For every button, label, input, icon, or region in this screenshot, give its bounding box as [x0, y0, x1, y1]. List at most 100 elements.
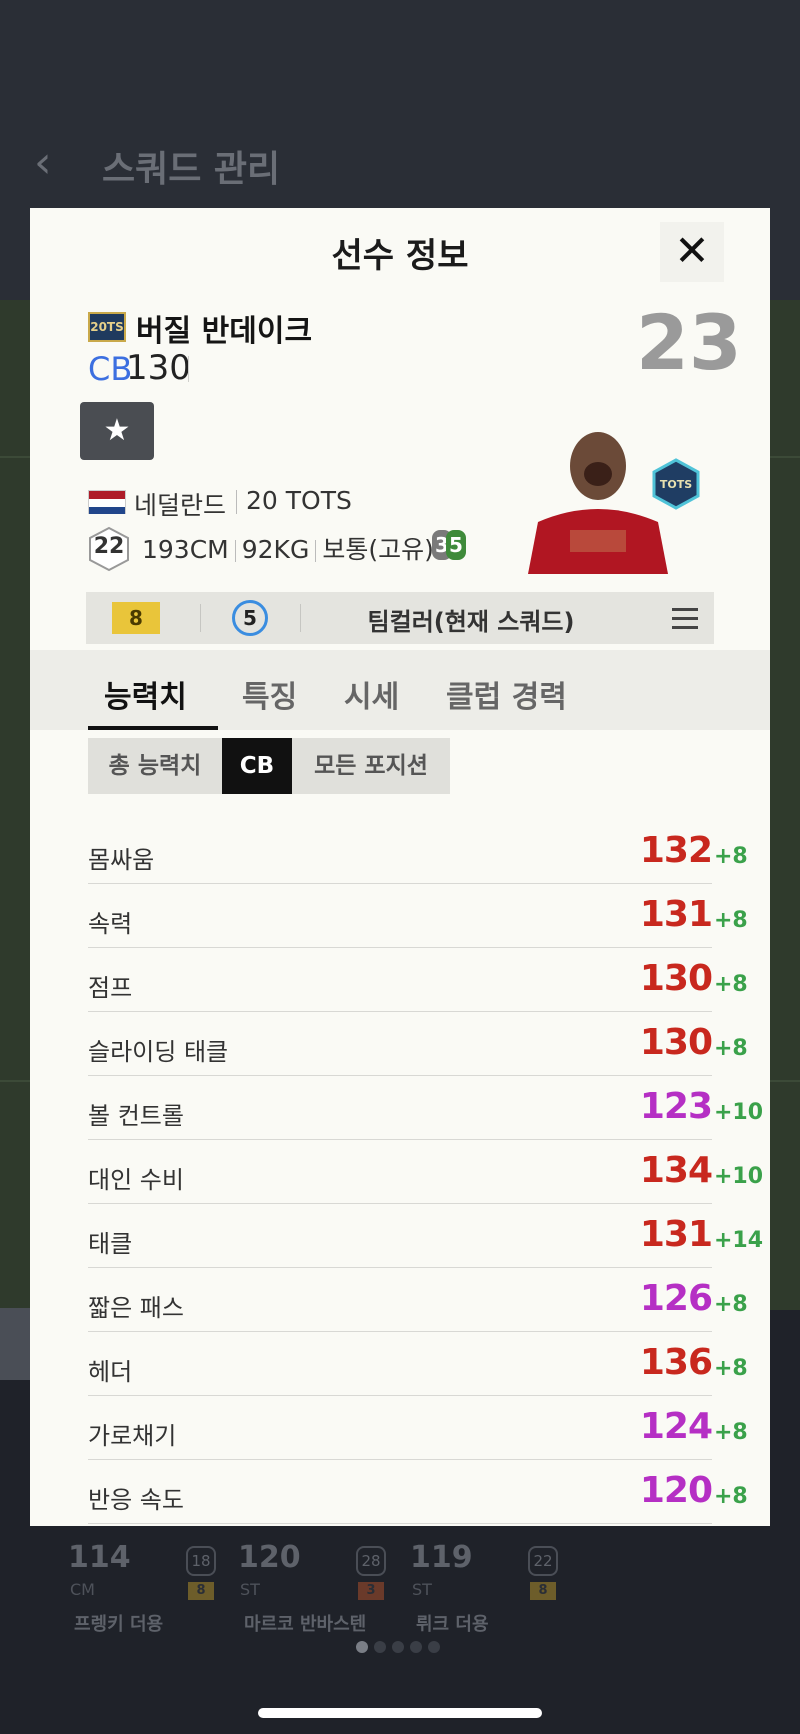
divider	[188, 356, 189, 382]
physical-info: 193CM 92KG 보통(고유)	[142, 530, 434, 566]
favorite-button[interactable]: ★	[80, 402, 154, 460]
tab-club-history[interactable]: 클럽 경력	[446, 672, 567, 716]
player-name: 버질 반데이크	[136, 314, 313, 349]
stats-list: 몸싸움 132 +8 속력 131 +8 점프 130 +8 슬라이딩 태클 130 +8 볼 컨트롤 1…	[88, 820, 763, 1524]
card-name: 프렝키 더용	[74, 1614, 164, 1635]
height-value: 193CM	[142, 535, 229, 564]
stat-value: 131	[639, 894, 713, 935]
stat-bonus: +8	[714, 1420, 748, 1445]
stat-bonus: +8	[714, 1356, 748, 1381]
player-card[interactable]: 114 CM 18 8 프렝키 더용	[60, 1530, 230, 1640]
nation-label: 네덜란드	[134, 491, 227, 520]
stat-label: 반응 속도	[88, 1486, 184, 1514]
card-level: 8	[530, 1582, 556, 1600]
season-badge: 20TS	[88, 312, 126, 342]
skill-move-badge: 3 5	[432, 528, 468, 564]
card-badge: 22	[528, 1546, 558, 1576]
card-level: 3	[358, 1582, 384, 1600]
divider	[300, 604, 301, 632]
segment-total[interactable]: 총 능력치	[88, 738, 222, 794]
stat-row: 반응 속도 120 +8	[88, 1460, 748, 1524]
stat-row: 짧은 패스 126 +8	[88, 1268, 748, 1332]
tab-stats[interactable]: 능력치	[104, 672, 187, 716]
stat-row: 점프 130 +8	[88, 948, 748, 1012]
player-ovr: 130	[126, 348, 191, 388]
stat-bonus: +8	[714, 1036, 748, 1061]
stat-row: 슬라이딩 태클 130 +8	[88, 1012, 748, 1076]
age-value: 22	[93, 534, 125, 559]
stat-value: 124	[639, 1406, 713, 1447]
player-card[interactable]: 120 ST 28 3 마르코 반바스텐	[230, 1530, 400, 1640]
page-indicator	[356, 1638, 446, 1653]
stat-value: 120	[639, 1470, 713, 1511]
level-badge: 8	[112, 602, 160, 634]
background-title: 스쿼드 관리	[102, 149, 281, 190]
stat-bonus: +8	[714, 908, 748, 933]
season-label: 20 TOTS	[246, 486, 352, 515]
card-name: 마르코 반바스텐	[244, 1614, 367, 1635]
divider	[200, 604, 201, 632]
stat-label: 속력	[88, 910, 133, 938]
stat-label: 몸싸움	[88, 846, 155, 874]
player-info-modal: 선수 정보 ✕ 20TS 버질 반데이크 CB 130 23 ★ 네덜란드 20…	[30, 208, 770, 1526]
stat-bonus: +14	[714, 1228, 764, 1253]
card-position: ST	[412, 1580, 432, 1599]
stat-row: 태클 131 +14	[88, 1204, 763, 1268]
stat-value: 131	[639, 1214, 713, 1255]
tab-underline	[88, 726, 218, 730]
stat-row: 가로채기 124 +8	[88, 1396, 748, 1460]
player-card[interactable]: 119 ST 22 8 뤼크 더용	[402, 1530, 572, 1640]
tots-badge-icon: TOTS	[650, 458, 702, 510]
background-side-bar	[0, 1308, 30, 1380]
stat-bonus: +8	[714, 1292, 748, 1317]
stat-bonus: +10	[714, 1164, 764, 1189]
stat-value: 134	[639, 1150, 713, 1191]
segment-all-positions[interactable]: 모든 포지션	[292, 738, 450, 794]
stat-label: 가로채기	[88, 1422, 177, 1450]
close-icon[interactable]: ✕	[660, 222, 724, 282]
big-number: 23	[636, 298, 742, 387]
card-ovr: 119	[410, 1540, 473, 1575]
stat-bonus: +8	[714, 844, 748, 869]
star-icon: ★	[103, 413, 131, 448]
modal-title: 선수 정보	[331, 236, 469, 276]
chevron-left-icon[interactable]: ‹	[34, 140, 74, 186]
stat-row: 헤더 136 +8	[88, 1332, 748, 1396]
card-badge: 18	[186, 1546, 216, 1576]
stat-row: 몸싸움 132 +8	[88, 820, 748, 884]
stat-value: 136	[639, 1342, 713, 1383]
stat-bonus: +8	[714, 1484, 748, 1509]
card-badge: 28	[356, 1546, 386, 1576]
stat-row: 볼 컨트롤 123 +10	[88, 1076, 763, 1140]
weight-value: 92KG	[241, 535, 310, 564]
background-player-cards: 114 CM 18 8 프렝키 더용 120 ST 28 3 마르코 반바스텐 …	[60, 1530, 760, 1640]
build-value: 보통(고유)	[322, 535, 434, 564]
stat-row: 대인 수비 134 +10	[88, 1140, 763, 1204]
team-color-button[interactable]: 팀컬러(현재 스쿼드)	[316, 602, 626, 637]
stat-label: 태클	[88, 1230, 133, 1258]
stat-label: 대인 수비	[88, 1166, 184, 1194]
card-name: 뤼크 더용	[416, 1614, 489, 1635]
home-indicator[interactable]	[258, 1708, 542, 1718]
tab-traits[interactable]: 특징	[242, 672, 297, 716]
skill-b: 5	[446, 530, 466, 560]
card-ovr: 120	[238, 1540, 301, 1575]
card-level: 8	[188, 1582, 214, 1600]
tab-price[interactable]: 시세	[344, 672, 399, 716]
divider	[236, 490, 237, 514]
info-bar: 8 5 팀컬러(현재 스쿼드)	[86, 592, 714, 644]
tots-text: TOTS	[660, 478, 692, 491]
stat-bonus: +10	[714, 1100, 764, 1125]
stat-value: 130	[639, 1022, 713, 1063]
age-badge: 22	[88, 526, 130, 572]
segment-cb[interactable]: CB	[222, 738, 292, 794]
stat-value: 132	[639, 830, 713, 871]
tab-bar: 능력치 특징 시세 클럽 경력	[30, 650, 770, 730]
card-ovr: 114	[68, 1540, 131, 1575]
stat-row: 속력 131 +8	[88, 884, 748, 948]
hamburger-menu-icon[interactable]	[672, 608, 698, 630]
stat-value: 130	[639, 958, 713, 999]
netherlands-flag-icon	[88, 490, 126, 514]
stat-value: 123	[639, 1086, 713, 1127]
stat-label: 점프	[88, 974, 133, 1002]
